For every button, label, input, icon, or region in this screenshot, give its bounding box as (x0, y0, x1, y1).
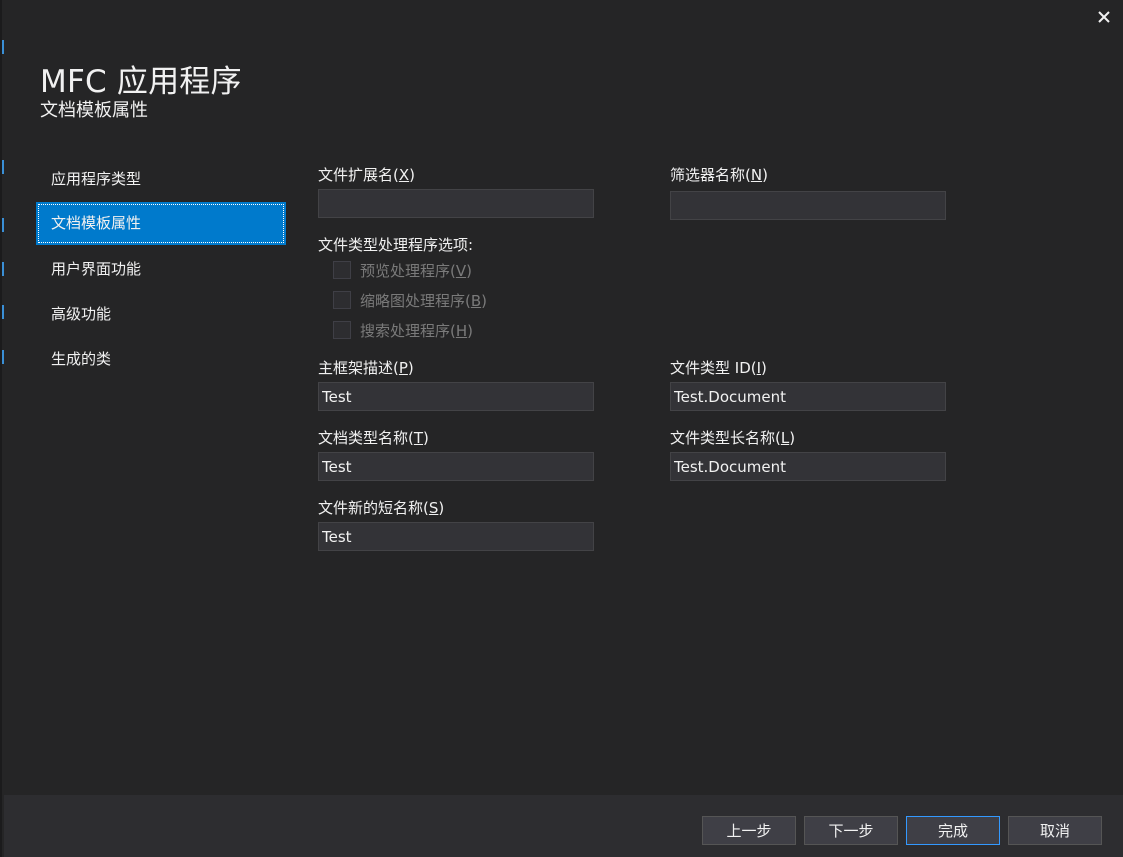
nav-item-label: 生成的类 (51, 350, 112, 368)
preview-handler-checkbox[interactable] (333, 261, 351, 279)
close-button[interactable] (1093, 6, 1115, 28)
handler-options-label: 文件类型处理程序选项: (318, 236, 474, 254)
filter-name-label: 筛选器名称(N) (670, 166, 768, 184)
nav-item-application-type[interactable]: 应用程序类型 (36, 157, 286, 202)
next-button[interactable]: 下一步 (804, 816, 898, 845)
filter-name-mnemonic: N (750, 166, 763, 184)
file-new-short-name-label: 文件新的短名称(S) (318, 499, 445, 517)
nav-item-label: 文档模板属性 (51, 214, 142, 232)
file-extension-label-text: 文件扩展名( (318, 166, 399, 184)
preview-handler-mnemonic: V (455, 261, 467, 280)
doc-type-name-label: 文档类型名称(T) (318, 429, 429, 447)
file-type-id-label: 文件类型 ID(I) (670, 359, 767, 377)
file-type-id-input[interactable] (670, 382, 946, 411)
mfc-wizard-dialog: MFC 应用程序 文档模板属性 应用程序类型 文档模板属性 用户界面功能 高级功… (0, 0, 1123, 857)
main-frame-caption-label-text: 主框架描述( (318, 359, 399, 377)
thumbnail-handler-mnemonic: B (470, 291, 482, 310)
dialog-footer: 上一步 下一步 完成 取消 (4, 795, 1123, 857)
file-extension-label: 文件扩展名(X) (318, 166, 415, 184)
doc-type-name-mnemonic: T (413, 429, 424, 447)
file-type-id-label-text: 文件类型 ID( (670, 359, 757, 377)
finish-button[interactable]: 完成 (906, 816, 1000, 845)
search-handler-label: 搜索处理程序(H) (360, 321, 473, 340)
thumbnail-handler-label: 缩略图处理程序(B) (360, 291, 488, 310)
main-frame-caption-mnemonic: P (398, 359, 408, 377)
preview-handler-label: 预览处理程序(V) (360, 261, 472, 280)
main-frame-caption-label: 主框架描述(P) (318, 359, 414, 377)
page-title: MFC 应用程序 (40, 64, 242, 100)
wizard-nav: 应用程序类型 文档模板属性 用户界面功能 高级功能 生成的类 (36, 157, 286, 382)
nav-item-label: 用户界面功能 (51, 260, 142, 278)
doc-type-name-label-text: 文档类型名称( (318, 429, 414, 447)
file-new-short-name-mnemonic: S (428, 499, 439, 517)
file-new-short-name-input[interactable] (318, 522, 594, 551)
nav-item-label: 高级功能 (51, 305, 112, 323)
nav-item-label: 应用程序类型 (51, 170, 142, 188)
search-handler-checkbox-row[interactable]: 搜索处理程序(H) (333, 319, 473, 341)
page-subtitle: 文档模板属性 (40, 100, 148, 121)
thumbnail-handler-checkbox[interactable] (333, 291, 351, 309)
preview-handler-label-text: 预览处理程序( (360, 261, 456, 280)
cancel-button[interactable]: 取消 (1008, 816, 1102, 845)
nav-item-document-template-properties[interactable]: 文档模板属性 (36, 202, 286, 245)
file-type-id-mnemonic: I (756, 359, 762, 377)
thumbnail-handler-label-text: 缩略图处理程序( (360, 291, 471, 310)
file-extension-input[interactable] (318, 189, 594, 218)
search-handler-checkbox[interactable] (333, 321, 351, 339)
close-icon (1098, 11, 1110, 23)
search-handler-mnemonic: H (455, 321, 468, 340)
main-frame-caption-input[interactable] (318, 382, 594, 411)
file-type-long-name-mnemonic: L (780, 429, 790, 447)
thumbnail-handler-checkbox-row[interactable]: 缩略图处理程序(B) (333, 289, 487, 311)
file-type-long-name-label: 文件类型长名称(L) (670, 429, 796, 447)
file-new-short-name-label-text: 文件新的短名称( (318, 499, 429, 517)
preview-handler-checkbox-row[interactable]: 预览处理程序(V) (333, 259, 472, 281)
search-handler-label-text: 搜索处理程序( (360, 321, 456, 340)
nav-item-user-interface-features[interactable]: 用户界面功能 (36, 247, 286, 292)
nav-item-advanced-features[interactable]: 高级功能 (36, 292, 286, 337)
nav-item-generated-classes[interactable]: 生成的类 (36, 337, 286, 382)
file-type-long-name-label-text: 文件类型长名称( (670, 429, 781, 447)
filter-name-input[interactable] (670, 191, 946, 220)
left-edge-marks (2, 0, 4, 857)
previous-button[interactable]: 上一步 (702, 816, 796, 845)
filter-name-label-text: 筛选器名称( (670, 166, 751, 184)
file-type-long-name-input[interactable] (670, 452, 946, 481)
doc-type-name-input[interactable] (318, 452, 594, 481)
file-extension-mnemonic: X (398, 166, 410, 184)
